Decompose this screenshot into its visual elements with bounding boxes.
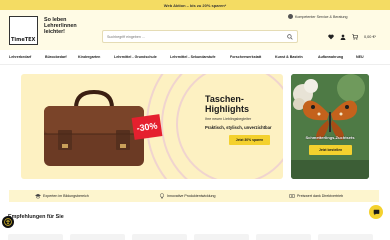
- search-input[interactable]: [107, 33, 277, 41]
- product-card[interactable]: [8, 234, 63, 240]
- nav-item-lehrerbedarf[interactable]: Lehrerbedarf: [9, 55, 31, 59]
- product-card[interactable]: [70, 234, 125, 240]
- service-label: Kompetenter Service & Beratung: [295, 14, 348, 19]
- chat-button[interactable]: [369, 205, 383, 219]
- cart-total[interactable]: 0,00 €*: [364, 35, 376, 39]
- header-actions: 0,00 €*: [328, 34, 376, 40]
- user-icon[interactable]: [340, 34, 346, 40]
- service-link[interactable]: Kompetenter Service & Beratung: [288, 14, 348, 19]
- hero-tagline: Praktisch, stylisch, unverzichtbar: [205, 125, 272, 130]
- accessibility-icon: [4, 218, 12, 226]
- slogan: So leben Lehrer/innen leichter!: [44, 17, 77, 35]
- benefits-bar: Experten im Bildungsbereich Innovative P…: [9, 190, 379, 202]
- graduation-cap-icon: [35, 193, 41, 199]
- nav-item-neu[interactable]: NEU: [356, 55, 364, 59]
- side-banner[interactable]: Schmetterlings-Zuchtsets Jetzt bestellen: [291, 74, 369, 179]
- search-icon[interactable]: [287, 34, 293, 40]
- product-card[interactable]: [132, 234, 187, 240]
- discount-badge: -30%: [131, 114, 163, 140]
- hero-subtitle: Ihre neuen Lieblingsbegleiter: [205, 117, 252, 121]
- header: TimeTEX So leben Lehrer/innen leichter! …: [0, 10, 390, 50]
- nav-item-aufbewahrung[interactable]: Aufbewahrung: [318, 55, 343, 59]
- side-banner-label: Schmetterlings-Zuchtsets: [305, 135, 355, 140]
- nav-item-bueroobedarf[interactable]: Büroobedarf: [45, 55, 67, 59]
- product-card[interactable]: [194, 234, 249, 240]
- side-banner-button[interactable]: Jetzt bestellen: [309, 145, 352, 155]
- accessibility-button[interactable]: [2, 216, 14, 228]
- benefit-item: Innovative Produktentwicklung: [159, 193, 216, 199]
- butterfly-image: [291, 74, 369, 179]
- logo-text: TimeTEX: [11, 37, 36, 43]
- heart-icon[interactable]: [328, 34, 334, 40]
- nav-item-kunst[interactable]: Kunst & Basteln: [275, 55, 303, 59]
- chat-icon: [373, 209, 379, 215]
- search-box[interactable]: [102, 30, 298, 43]
- logo[interactable]: TimeTEX: [9, 16, 38, 45]
- lightbulb-icon: [159, 193, 165, 199]
- benefit-text: Preiswert dank Direktvertrieb: [297, 194, 344, 198]
- money-icon: [289, 194, 295, 198]
- hero-banner[interactable]: -30% Taschen-Highlights Ihre neuen Liebl…: [21, 74, 283, 179]
- benefit-text: Experten im Bildungsbereich: [43, 194, 89, 198]
- benefit-item: Experten im Bildungsbereich: [35, 193, 89, 199]
- nav-item-grundschule[interactable]: Lehrmittel - Grundschule: [114, 55, 157, 59]
- nav-item-sekundarstufe[interactable]: Lehrmittel - Sekundarstufe: [170, 55, 216, 59]
- recommendations-title: Empfehlungen für Sie: [8, 214, 64, 220]
- product-card[interactable]: [318, 234, 373, 240]
- hero-cta-button[interactable]: Jetzt 30% sparen: [229, 135, 270, 145]
- product-card[interactable]: [256, 234, 311, 240]
- cart-icon[interactable]: [352, 34, 358, 40]
- phone-icon: [288, 14, 293, 19]
- benefit-text: Innovative Produktentwicklung: [167, 194, 216, 198]
- benefit-item: Preiswert dank Direktvertrieb: [289, 193, 343, 199]
- recommendations-row: [0, 234, 390, 240]
- nav-item-forscherwerkstatt[interactable]: Forscherwerkstatt: [230, 55, 261, 59]
- promo-text[interactable]: Web Aktion – bis zu 20% sparen*: [164, 3, 226, 8]
- main-nav: Lehrerbedarf Büroobedarf Kindergarten Le…: [0, 50, 390, 65]
- hero-title: Taschen-Highlights: [205, 94, 249, 114]
- promo-bar[interactable]: Web Aktion – bis zu 20% sparen*: [0, 0, 390, 10]
- nav-item-kindergarten[interactable]: Kindergarten: [78, 55, 100, 59]
